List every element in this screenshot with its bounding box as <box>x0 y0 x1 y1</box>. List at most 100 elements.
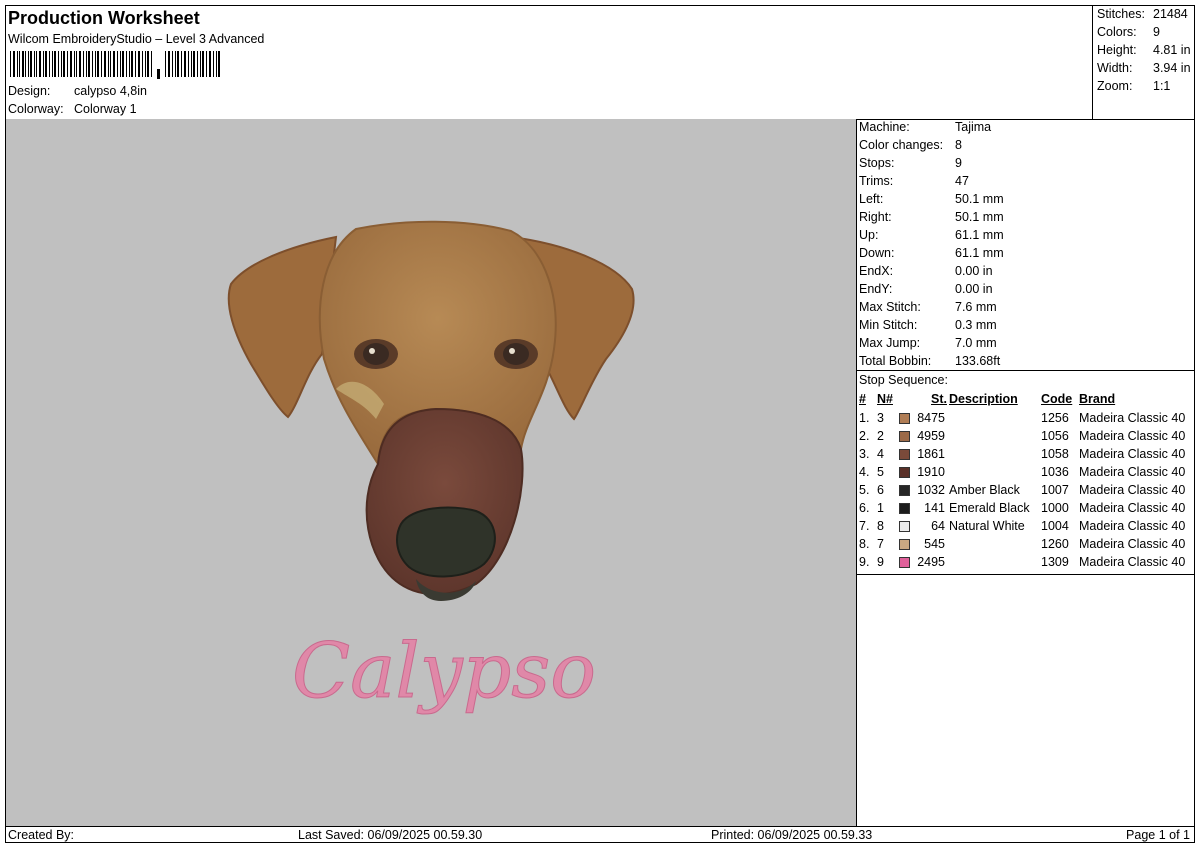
machine-label: Color changes: <box>859 138 944 152</box>
machine-label: Stops: <box>859 156 895 170</box>
needle-number: 7 <box>877 537 884 551</box>
thread-code: 1004 <box>1041 519 1069 533</box>
stitch-count: 1032 <box>917 483 945 497</box>
machine-value: 0.3 mm <box>955 318 997 332</box>
needle-number: 3 <box>877 411 884 425</box>
design-summary: Stitches: 21484 Colors: 9 Height: 4.81 in W… <box>1092 6 1195 120</box>
machine-row: Total Bobbin: 133.68ft <box>859 354 1000 368</box>
machine-value: 7.0 mm <box>955 336 997 350</box>
row-index: 9. <box>859 555 870 569</box>
machine-label: Min Stitch: <box>859 318 918 332</box>
table-row: 4. 5 1910 1036 Madeira Classic 40 <box>857 465 1194 483</box>
created-by: Created By: <box>8 828 75 842</box>
machine-value: 9 <box>955 156 962 170</box>
color-swatch <box>899 485 910 496</box>
right-eye <box>494 339 538 369</box>
design-row: Design: calypso 4,8in <box>8 84 147 98</box>
stitch-count: 8475 <box>917 411 945 425</box>
stitches-value: 21484 <box>1153 7 1188 21</box>
thread-code: 1256 <box>1041 411 1069 425</box>
row-index: 4. <box>859 465 870 479</box>
colorway-label: Colorway: <box>8 102 64 116</box>
software-name: Wilcom EmbroideryStudio – Level 3 Advanc… <box>8 32 265 46</box>
machine-label: Left: <box>859 192 884 206</box>
table-row: 3. 4 1861 1058 Madeira Classic 40 <box>857 447 1194 465</box>
stitch-count: 141 <box>924 501 945 515</box>
table-row: 9. 9 2495 1309 Madeira Classic 40 <box>857 555 1194 573</box>
thread-code: 1007 <box>1041 483 1069 497</box>
thread-code: 1309 <box>1041 555 1069 569</box>
stitches-label: Stitches: <box>1097 7 1145 21</box>
divider <box>857 574 1194 575</box>
machine-info-panel: Machine: Tajima Color changes: 8 Stops: 9 Trim… <box>857 119 1194 826</box>
worksheet-frame: Production Worksheet Wilcom EmbroiderySt… <box>5 5 1195 843</box>
color-swatch <box>899 449 910 460</box>
thread-code: 1000 <box>1041 501 1069 515</box>
machine-row: Min Stitch: 0.3 mm <box>859 318 997 332</box>
printed-date: Printed: 06/09/2025 00.59.33 <box>711 828 873 842</box>
row-index: 1. <box>859 411 870 425</box>
worksheet-header: Production Worksheet Wilcom EmbroiderySt… <box>6 6 1092 120</box>
page-number: Page 1 of 1 <box>1126 828 1190 842</box>
thread-brand: Madeira Classic 40 <box>1079 519 1186 533</box>
machine-value: 133.68ft <box>955 354 1001 368</box>
machine-value: 61.1 mm <box>955 228 1004 242</box>
thread-brand: Madeira Classic 40 <box>1079 501 1186 515</box>
thread-code: 1056 <box>1041 429 1069 443</box>
stitch-count: 545 <box>924 537 945 551</box>
machine-label: Up: <box>859 228 879 242</box>
zoom-label: Zoom: <box>1097 79 1133 93</box>
machine-value: 8 <box>955 138 962 152</box>
machine-row: EndX: 0.00 in <box>859 264 993 278</box>
machine-row: Max Jump: 7.0 mm <box>859 336 997 350</box>
left-eye <box>354 339 398 369</box>
color-swatch <box>899 413 910 424</box>
machine-row: Trims: 47 <box>859 174 969 188</box>
color-swatch <box>899 431 910 442</box>
thread-brand: Madeira Classic 40 <box>1079 447 1186 461</box>
col-header-description: Description <box>949 392 1018 406</box>
thread-brand: Madeira Classic 40 <box>1079 411 1186 425</box>
design-label: Design: <box>8 84 51 98</box>
stitch-count: 1910 <box>917 465 945 479</box>
calypso-text: Calypso <box>292 626 596 715</box>
thread-description: Amber Black <box>949 483 1020 497</box>
machine-row: Right: 50.1 mm <box>859 210 1004 224</box>
thread-description: Emerald Black <box>949 501 1030 515</box>
color-swatch <box>899 503 910 514</box>
embroidery-design: Calypso <box>227 220 635 716</box>
thread-code: 1058 <box>1041 447 1069 461</box>
color-swatch <box>899 467 910 478</box>
needle-number: 5 <box>877 465 884 479</box>
machine-value: 61.1 mm <box>955 246 1004 260</box>
table-row: 8. 7 545 1260 Madeira Classic 40 <box>857 537 1194 555</box>
needle-number: 2 <box>877 429 884 443</box>
design-value: calypso 4,8in <box>74 84 147 98</box>
zoom-value: 1:1 <box>1153 79 1171 93</box>
color-swatch <box>899 557 910 568</box>
stitch-count: 1861 <box>917 447 945 461</box>
stitch-count: 4959 <box>917 429 945 443</box>
thread-description: Natural White <box>949 519 1025 533</box>
barcode-image <box>10 51 220 79</box>
machine-label: EndX: <box>859 264 894 278</box>
dog-embroidery <box>227 220 635 601</box>
needle-number: 1 <box>877 501 884 515</box>
machine-row: Stops: 9 <box>859 156 962 170</box>
machine-row: EndY: 0.00 in <box>859 282 993 296</box>
needle-number: 8 <box>877 519 884 533</box>
width-value: 3.94 in <box>1153 61 1191 75</box>
machine-label: Right: <box>859 210 892 224</box>
col-header-st: St. <box>931 392 947 406</box>
machine-value: 0.00 in <box>955 282 993 296</box>
stitch-count: 2495 <box>917 555 945 569</box>
table-row: 6. 1 141 Emerald Black 1000 Madeira Classic 4… <box>857 501 1194 519</box>
needle-number: 6 <box>877 483 884 497</box>
machine-value: 50.1 mm <box>955 210 1004 224</box>
machine-label: Down: <box>859 246 895 260</box>
col-header-code: Code <box>1041 392 1073 406</box>
width-label: Width: <box>1097 61 1133 75</box>
machine-value: Tajima <box>955 120 992 134</box>
colorway-row: Colorway: Colorway 1 <box>8 102 137 116</box>
machine-row: Color changes: 8 <box>859 138 962 152</box>
